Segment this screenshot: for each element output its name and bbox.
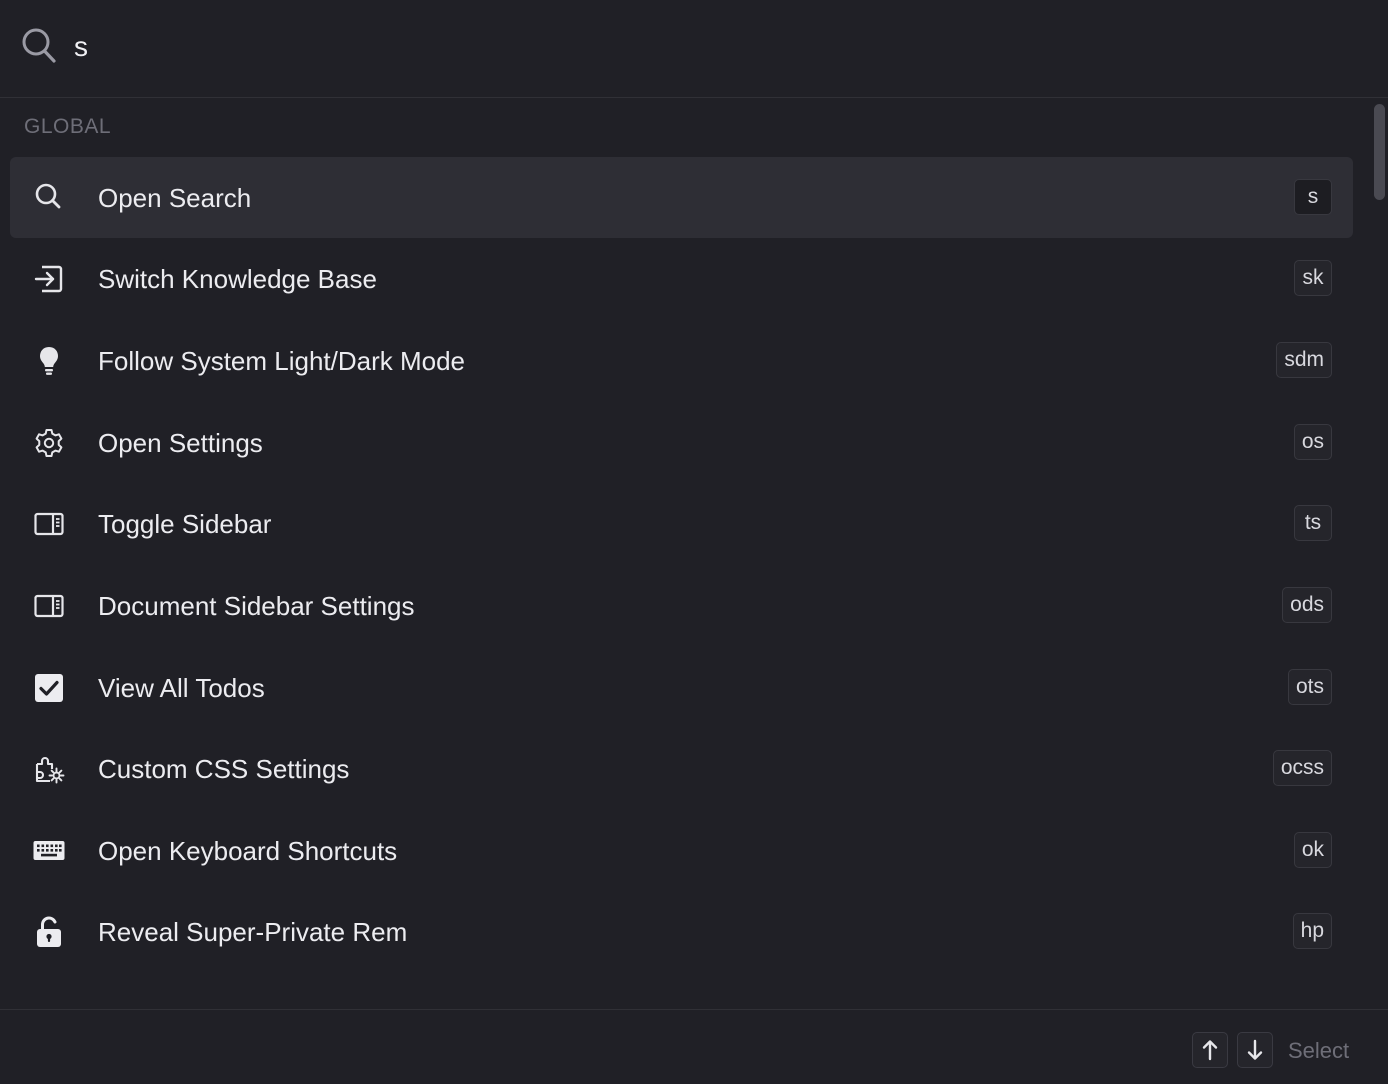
command-label: Switch Knowledge Base: [98, 264, 377, 294]
search-icon: [32, 181, 66, 215]
command-item-open-settings[interactable]: Open Settings os: [10, 402, 1353, 483]
shortcut-badge: ocss: [1272, 750, 1332, 786]
unlock-icon: [32, 915, 66, 949]
command-label: Document Sidebar Settings: [98, 591, 415, 621]
scrollbar-thumb[interactable]: [1374, 104, 1385, 200]
search-bar: [0, 0, 1388, 98]
command-item-document-sidebar-settings[interactable]: Document Sidebar Settings ods: [10, 565, 1353, 646]
command-item-follow-system-mode[interactable]: Follow System Light/Dark Mode sdm: [10, 320, 1353, 401]
command-item-view-all-todos[interactable]: View All Todos ots: [10, 647, 1353, 728]
arrow-up-icon[interactable]: [1192, 1032, 1228, 1068]
command-item-reveal-super-private-rem[interactable]: Reveal Super-Private Rem hp: [10, 891, 1353, 972]
shortcut-badge: ots: [1287, 669, 1332, 705]
command-item-switch-knowledge-base[interactable]: Switch Knowledge Base sk: [10, 238, 1353, 319]
shortcut-badge: ts: [1294, 505, 1332, 541]
command-label: Open Keyboard Shortcuts: [98, 836, 398, 866]
shortcut-badge: ods: [1282, 587, 1332, 623]
arrow-down-icon[interactable]: [1237, 1032, 1273, 1068]
select-hint-label: Select: [1288, 1038, 1350, 1063]
lightbulb-icon: [32, 344, 66, 378]
command-label: Reveal Super-Private Rem: [98, 917, 408, 947]
shortcut-badge: sdm: [1276, 342, 1332, 378]
command-label: Toggle Sidebar: [98, 509, 272, 539]
shortcut-badge: hp: [1292, 913, 1332, 949]
command-label: View All Todos: [98, 673, 265, 703]
shortcut-badge: s: [1294, 179, 1332, 215]
command-list: GLOBAL Open Search s Switch Knowledge Ba…: [0, 98, 1388, 1009]
keyboard-icon: [32, 834, 66, 868]
sidebar-icon: [32, 589, 66, 623]
command-label: Custom CSS Settings: [98, 754, 350, 784]
command-item-custom-css-settings[interactable]: Custom CSS Settings ocss: [10, 728, 1353, 809]
command-label: Open Search: [98, 183, 252, 213]
command-item-toggle-sidebar[interactable]: Toggle Sidebar ts: [10, 483, 1353, 564]
command-item-open-keyboard-shortcuts[interactable]: Open Keyboard Shortcuts ok: [10, 810, 1353, 891]
scrollbar[interactable]: [1372, 98, 1388, 1009]
command-item-open-search[interactable]: Open Search s: [10, 157, 1353, 238]
shortcut-badge: sk: [1294, 260, 1332, 296]
command-label: Follow System Light/Dark Mode: [98, 346, 466, 376]
search-input[interactable]: [74, 26, 1274, 68]
gear-icon: [32, 426, 66, 460]
footer-bar: Select: [0, 1009, 1388, 1084]
search-icon: [20, 26, 58, 66]
sidebar-icon: [32, 507, 66, 541]
checkbox-icon: [32, 671, 66, 705]
puzzle-gear-icon: [32, 752, 66, 786]
enter-arrow-icon: [32, 262, 66, 296]
shortcut-badge: ok: [1293, 832, 1332, 868]
section-header-global: GLOBAL: [24, 115, 112, 138]
command-label: Open Settings: [98, 428, 263, 458]
shortcut-badge: os: [1293, 424, 1332, 460]
command-palette: GLOBAL Open Search s Switch Knowledg: [0, 0, 1388, 1084]
